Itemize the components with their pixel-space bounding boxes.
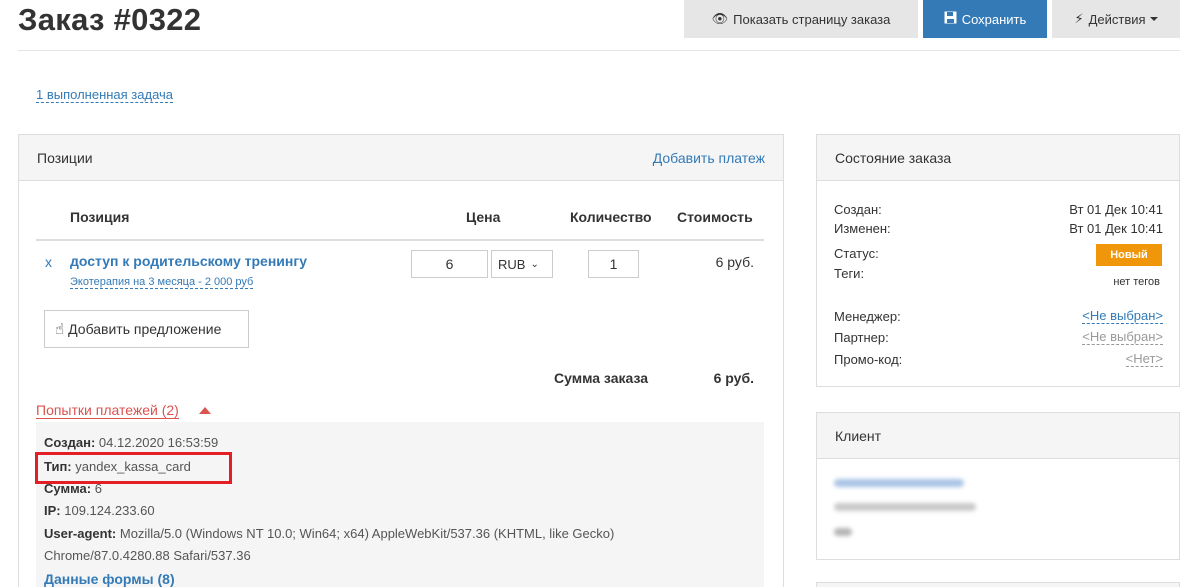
positions-panel-header: Позиции Добавить платеж <box>19 135 783 181</box>
column-header-price: Цена <box>466 209 501 225</box>
state-manager-label: Менеджер: <box>834 309 901 324</box>
attempt-amount: Сумма: 6 <box>44 481 102 496</box>
pointing-hand-icon: ☝︎ <box>55 321 65 338</box>
attempt-created-value: 04.12.2020 16:53:59 <box>98 435 219 450</box>
view-order-page-button[interactable]: 👁︎ Показать страницу заказа <box>684 0 918 38</box>
order-sum-label: Сумма заказа <box>554 370 649 386</box>
floppy-disk-icon <box>944 11 957 27</box>
column-header-cost: Стоимость <box>677 209 753 225</box>
attempt-ip-label: IP: <box>44 503 61 518</box>
client-email-redacted <box>834 503 976 511</box>
state-changed-label: Изменен: <box>834 221 891 236</box>
promo-code-link[interactable]: <Нет> <box>1125 352 1163 367</box>
item-cost: 6 руб. <box>715 254 754 270</box>
attempt-amount-label: Сумма: <box>44 481 92 496</box>
attempt-user-agent-cont: Chrome/87.0.4280.88 Safari/537.36 <box>44 548 251 563</box>
state-tags-label: Теги: <box>834 266 865 281</box>
save-button[interactable]: Сохранить <box>923 0 1047 38</box>
column-header-position: Позиция <box>70 209 130 225</box>
attempt-ua-line1: Mozilla/5.0 (Windows NT 10.0; Win64; x64… <box>119 526 615 541</box>
client-extra-redacted <box>834 528 852 536</box>
state-created-label: Создан: <box>834 202 882 217</box>
partner-select-link[interactable]: <Не выбран> <box>1082 330 1163 345</box>
form-data-link[interactable]: Данные формы (8) <box>44 571 175 587</box>
attempt-ip: IP: 109.124.233.60 <box>44 503 155 518</box>
title-divider <box>18 50 1180 51</box>
completed-tasks-link[interactable]: 1 выполненная задача <box>36 88 174 103</box>
order-state-header: Состояние заказа <box>817 135 1179 181</box>
next-panel-edge <box>816 582 1180 587</box>
attempt-amount-value: 6 <box>94 481 102 496</box>
client-panel-title: Клиент <box>835 427 882 444</box>
attempt-user-agent: User-agent: Mozilla/5.0 (Windows NT 10.0… <box>44 526 614 541</box>
table-header-divider <box>36 239 764 241</box>
order-state-title: Состояние заказа <box>835 149 952 166</box>
chevron-down-icon: ⌄ <box>530 258 539 270</box>
attempt-created-label: Создан: <box>44 435 96 450</box>
item-name-link[interactable]: доступ к родительскому тренингу <box>70 253 307 269</box>
price-input[interactable]: 6 <box>411 250 488 278</box>
add-payment-link[interactable]: Добавить платеж <box>653 150 765 166</box>
client-panel-header: Клиент <box>817 413 1179 459</box>
positions-panel-title: Позиции <box>37 149 93 166</box>
payment-attempts-toggle[interactable]: Попытки платежей (2) <box>36 403 179 419</box>
item-offer-link[interactable]: Экотерапия на 3 месяца - 2 000 руб <box>70 276 254 289</box>
caret-down-icon <box>1149 17 1158 21</box>
attempt-ua-label: User-agent: <box>44 526 117 541</box>
state-partner-label: Партнер: <box>834 330 889 345</box>
eye-icon: 👁︎ <box>711 11 729 26</box>
lightning-bolt-icon: ⚡︎ <box>1074 11 1084 26</box>
page-title: Заказ #0322 <box>18 2 202 37</box>
currency-select[interactable]: RUB ⌄ <box>491 250 553 278</box>
state-created-value: Вт 01 Дек 10:41 <box>1069 202 1163 217</box>
column-header-quantity: Количество <box>570 209 652 225</box>
attempt-ua-line2: Chrome/87.0.4280.88 Safari/537.36 <box>44 548 251 563</box>
state-promo-label: Промо-код: <box>834 352 903 367</box>
save-label: Сохранить <box>961 11 1027 27</box>
status-badge[interactable]: Новый <box>1096 244 1162 266</box>
add-offer-button[interactable]: ☝︎ Добавить предложение <box>44 310 249 348</box>
annotation-highlight-box <box>35 452 232 484</box>
state-changed-value: Вт 01 Дек 10:41 <box>1069 221 1163 236</box>
collapse-triangle-icon[interactable] <box>199 407 211 414</box>
attempt-created: Создан: 04.12.2020 16:53:59 <box>44 435 218 450</box>
actions-dropdown-button[interactable]: ⚡︎ Действия <box>1052 0 1180 38</box>
order-sum-value: 6 руб. <box>713 370 754 386</box>
add-offer-label: Добавить предложение <box>68 321 222 337</box>
view-order-page-label: Показать страницу заказа <box>733 11 891 27</box>
client-name-redacted[interactable] <box>834 479 964 487</box>
state-status-label: Статус: <box>834 246 879 261</box>
actions-label: Действия <box>1088 11 1146 27</box>
tags-value: нет тегов <box>1113 276 1160 288</box>
currency-select-value: RUB <box>498 256 526 272</box>
manager-select-link[interactable]: <Не выбран> <box>1082 309 1163 324</box>
remove-item-button[interactable]: x <box>45 254 52 270</box>
quantity-input[interactable]: 1 <box>588 250 639 278</box>
attempt-ip-value: 109.124.233.60 <box>64 503 155 518</box>
